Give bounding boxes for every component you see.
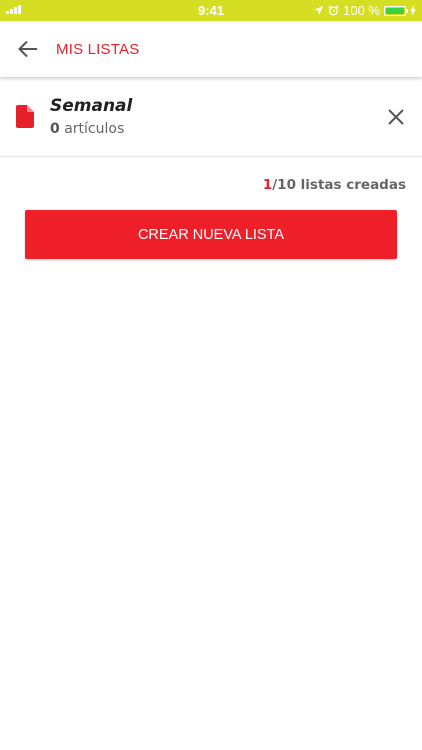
list-item[interactable]: Semanal 0 artículos	[0, 77, 422, 157]
battery-icon	[384, 5, 408, 16]
create-new-list-button[interactable]: CREAR NUEVA LISTA	[25, 210, 397, 259]
status-bar: 9:41 100 %	[0, 0, 422, 21]
delete-list-button[interactable]	[374, 95, 418, 139]
lists-created-total: /10 listas creadas	[272, 177, 406, 193]
alarm-icon	[328, 5, 339, 16]
page-title: MIS LISTAS	[56, 40, 140, 58]
charging-icon	[410, 5, 416, 16]
document-icon	[0, 105, 50, 128]
location-icon	[314, 5, 324, 16]
list-name: Semanal	[50, 96, 133, 116]
list-article-count: 0 artículos	[50, 121, 374, 137]
close-icon	[388, 108, 404, 125]
arrow-left-icon	[18, 40, 37, 58]
article-count-label: artículos	[59, 121, 125, 137]
battery-percentage: 100 %	[343, 3, 380, 18]
lists-created-current: 1	[262, 177, 273, 193]
app-header: MIS LISTAS	[0, 21, 422, 77]
article-count-number: 0	[50, 121, 60, 137]
back-button[interactable]	[0, 21, 56, 77]
lists-created-counter: 1/10 listas creadas	[0, 177, 422, 193]
